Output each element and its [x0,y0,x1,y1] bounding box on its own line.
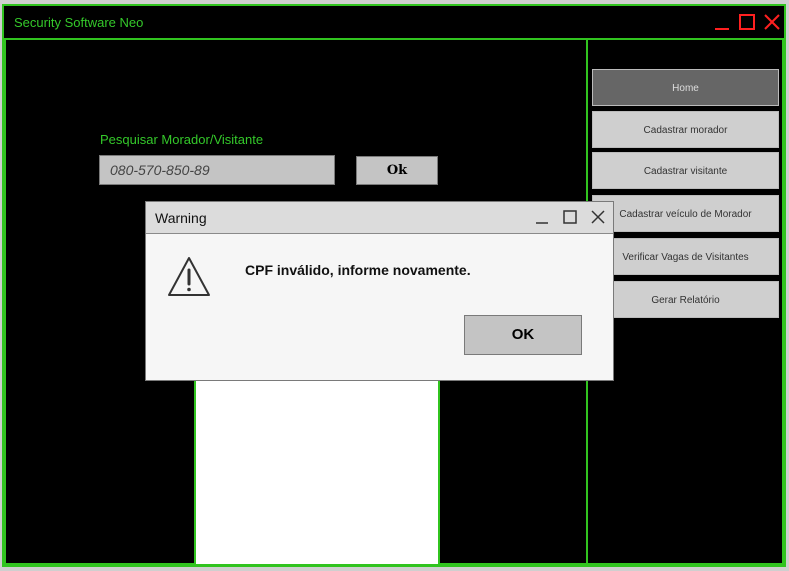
sidebar-item-cadastrar-veiculo[interactable]: Cadastrar veículo de Morador [592,195,779,232]
dialog-message: CPF inválido, informe novamente. [245,262,471,278]
title-bar: Security Software Neo [4,6,784,38]
sidebar: Home Cadastrar morador Cadastrar visitan… [586,38,784,565]
results-panel [194,380,440,566]
dialog-title: Warning [155,210,207,226]
close-icon[interactable] [762,12,782,32]
warning-dialog: Warning CPF inválido, informe novamente.… [145,201,614,381]
sidebar-item-verificar-vagas[interactable]: Verificar Vagas de Visitantes [592,238,779,275]
dialog-close-icon[interactable] [590,209,606,225]
search-input[interactable]: 080-570-850-89 [99,155,335,185]
sidebar-item-home[interactable]: Home [592,69,779,106]
sidebar-item-cadastrar-morador[interactable]: Cadastrar morador [592,111,779,148]
dialog-minimize-icon[interactable] [534,209,550,225]
warning-icon [168,257,210,296]
maximize-icon[interactable] [737,12,757,32]
dialog-maximize-icon[interactable] [562,209,578,225]
dialog-title-bar: Warning [146,202,613,234]
sidebar-item-cadastrar-visitante[interactable]: Cadastrar visitante [592,152,779,189]
window-title: Security Software Neo [14,15,144,30]
sidebar-item-gerar-relatorio[interactable]: Gerar Relatório [592,281,779,318]
search-label: Pesquisar Morador/Visitante [100,132,264,147]
dialog-ok-button[interactable]: OK [464,315,582,355]
search-ok-button[interactable]: Ok [356,156,438,185]
minimize-icon[interactable] [712,12,732,32]
